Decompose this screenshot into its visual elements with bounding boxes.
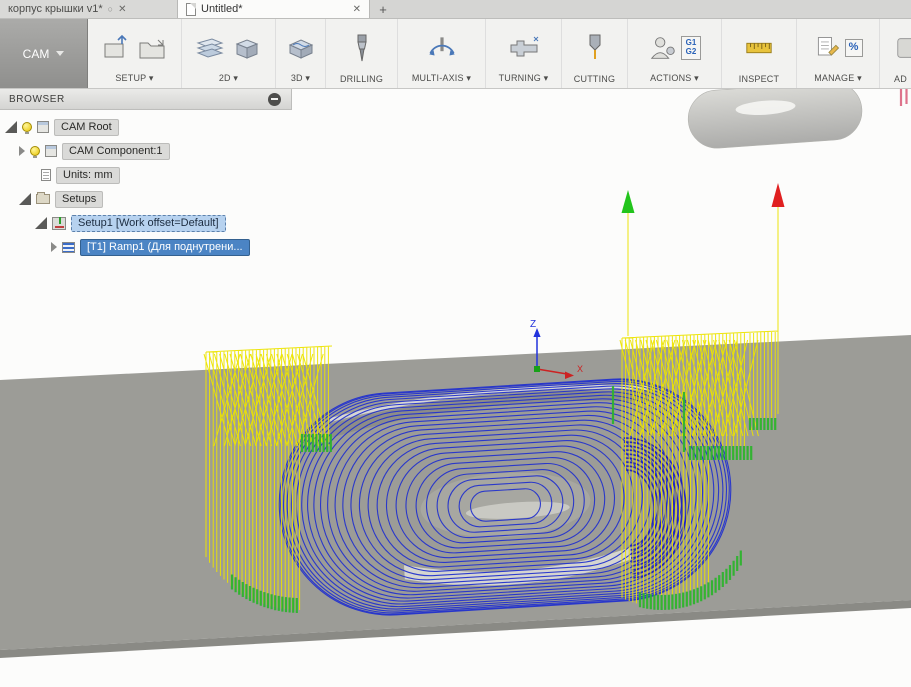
workspace-switcher-cam[interactable]: CAM [0,19,88,88]
tab-document-2[interactable]: Untitled* ✕ [178,0,370,18]
turning-icon [510,36,538,56]
visibility-bulb-icon[interactable] [30,146,40,158]
chevron-down-icon [56,51,65,56]
tree-item-label[interactable]: CAM Root [54,118,119,136]
setups-folder-icon [36,192,50,204]
tree-item-label[interactable]: Setup1 [Work offset=Default] [71,214,226,232]
ribbon-group-inspect-label[interactable]: INSPECT [739,74,779,84]
document-tab-bar: корпус крышки v1* ○ ✕ Untitled* ✕ + [0,0,911,19]
ruler-icon [746,42,772,54]
tree-item-units[interactable]: Units: mm [0,163,292,187]
tab-close-icon[interactable]: ✕ [118,4,126,15]
component-icon [45,145,57,157]
tree-item-cam-component[interactable]: CAM Component:1 [0,139,292,163]
workspace-label: CAM [22,46,50,61]
tab-unsaved-dot-icon: ○ [107,4,114,14]
2d-milling-icon [235,38,259,59]
document-icon [186,2,196,16]
ribbon-group-actions-label[interactable]: ACTIONS ▾ [650,73,699,84]
cutting-torch-icon [589,34,600,59]
setup-folder-icon [139,39,165,58]
simulate-person-icon [650,36,675,59]
toolpath-icon [62,241,75,253]
ribbon-group-cutting[interactable]: CUTTING [562,19,628,88]
ribbon-group-drilling-label[interactable]: DRILLING [340,74,383,84]
ribbon-group-turning-label[interactable]: TURNING ▾ [499,73,549,84]
new-tab-button[interactable]: + [370,0,396,18]
tree-item-label[interactable]: Setups [55,190,104,208]
browser-title: BROWSER [9,93,65,105]
ribbon-group-3d[interactable]: 3D ▾ [276,19,326,88]
visibility-bulb-icon[interactable] [22,122,32,134]
browser-panel: BROWSER CAM Root CAM Component:1 Units: … [0,89,292,259]
tree-item-label[interactable]: Units: mm [56,166,120,184]
tab-document-2-label: Untitled* [201,3,243,15]
tree-item-setup1[interactable]: Setup1 [Work offset=Default] [0,211,292,235]
ribbon-group-actions[interactable]: G1 G2 ACTIONS ▾ [628,19,722,88]
ribbon-group-cutting-label[interactable]: CUTTING [574,74,615,84]
ribbon-group-add-ins-label[interactable]: AD [894,74,907,84]
tree-item-label[interactable]: [T1] Ramp1 (Для поднутрени... [80,238,250,256]
g1-label: G1 [685,38,697,47]
ribbon-group-3d-label[interactable]: 3D ▾ [291,73,310,84]
tree-item-setups[interactable]: Setups [0,187,292,211]
tree-item-label[interactable]: CAM Component:1 [62,142,170,160]
ribbon-group-manage[interactable]: % MANAGE ▾ [797,19,880,88]
percent-label: % [848,41,859,53]
tab-document-1[interactable]: корпус крышки v1* ○ ✕ [0,0,178,18]
new-setup-icon [104,34,127,57]
ribbon-group-drilling[interactable]: DRILLING [326,19,398,88]
z-axis-label: Z [530,319,536,330]
2d-pocket-icon [196,37,224,58]
add-ins-icon [897,38,911,58]
multi-axis-icon [428,36,455,55]
x-axis-label: X [577,364,583,374]
setup-icon [52,216,66,230]
ribbon-group-inspect[interactable]: INSPECT [722,19,797,88]
collapsed-arrow-icon[interactable] [51,242,57,252]
ribbon-group-add-ins[interactable]: AD [880,19,911,88]
feeds-speeds-icon: % [844,38,863,57]
browser-tree: CAM Root CAM Component:1 Units: mm Setup… [0,110,292,259]
ribbon-group-manage-label[interactable]: MANAGE ▾ [814,73,862,84]
g2-label: G2 [685,47,697,56]
ribbon-toolbar: CAM SETUP ▾ 2D ▾ 3D ▾ DRILLING MULTI-AXI… [0,19,911,89]
browser-header[interactable]: BROWSER [0,89,292,110]
ribbon-group-turning[interactable]: TURNING ▾ [486,19,562,88]
collapsed-arrow-icon[interactable] [19,146,25,156]
tab-document-1-label: корпус крышки v1* [8,3,103,15]
expanded-arrow-icon[interactable] [35,217,47,229]
drill-icon [356,34,367,62]
tree-item-ramp1-toolpath[interactable]: [T1] Ramp1 (Для поднутрени... [0,235,292,259]
expanded-arrow-icon[interactable] [19,193,31,205]
ribbon-group-2d-label[interactable]: 2D ▾ [219,73,238,84]
tab-close-icon[interactable]: ✕ [353,4,361,15]
ribbon-group-multi-axis-label[interactable]: MULTI-AXIS ▾ [412,73,471,84]
origin-marker-icon [534,366,540,372]
ribbon-group-multi-axis[interactable]: MULTI-AXIS ▾ [398,19,486,88]
tool-library-icon [817,36,839,56]
browser-collapse-icon[interactable] [268,92,281,106]
cam-root-icon [37,121,49,133]
ribbon-group-setup[interactable]: SETUP ▾ [88,19,182,88]
app-window: Z X корпус крышки v1* ○ ✕ Untitled* ✕ + … [0,0,911,687]
post-process-g-code-icon: G1 G2 [681,35,701,60]
ribbon-group-2d[interactable]: 2D ▾ [182,19,276,88]
ribbon-group-setup-label[interactable]: SETUP ▾ [115,73,153,84]
3d-surface-icon [288,38,313,59]
units-document-icon [41,169,51,181]
expanded-arrow-icon[interactable] [5,121,17,133]
tree-item-cam-root[interactable]: CAM Root [0,115,292,139]
